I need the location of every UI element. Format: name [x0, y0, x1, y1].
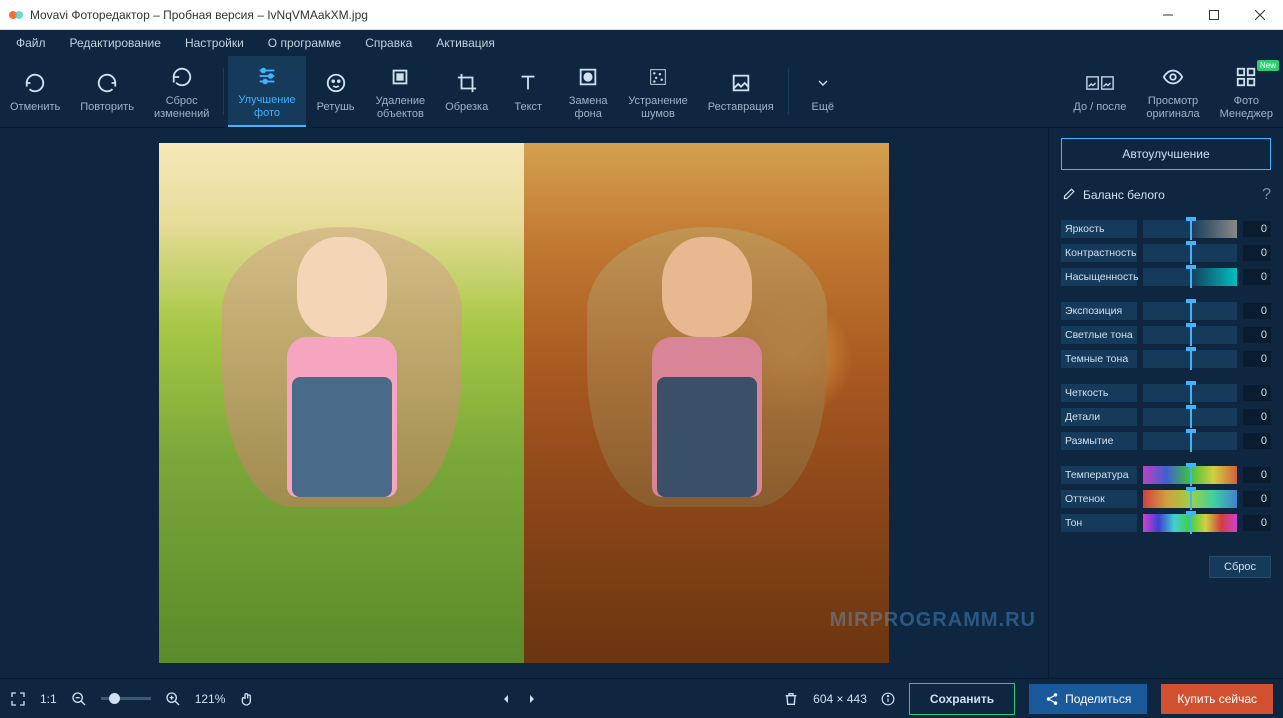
brightness-slider[interactable]: Яркость0 — [1061, 220, 1271, 238]
more-button[interactable]: Ещё — [793, 56, 853, 127]
delete-button[interactable] — [783, 691, 799, 707]
fullscreen-button[interactable] — [10, 691, 26, 707]
minimize-button[interactable] — [1145, 0, 1191, 30]
zoom-slider[interactable] — [101, 697, 151, 700]
maximize-button[interactable] — [1191, 0, 1237, 30]
save-button[interactable]: Сохранить — [909, 683, 1015, 715]
help-icon[interactable]: ? — [1262, 186, 1271, 204]
toolbar: Отменить Повторить Сброс изменений Улучш… — [0, 56, 1283, 128]
shadows-slider[interactable]: Темные тона0 — [1061, 350, 1271, 368]
next-image-button[interactable] — [526, 693, 538, 705]
temperature-slider[interactable]: Температура0 — [1061, 466, 1271, 484]
bottombar: 1:1 121% 604 × 443 Сохранить Поделиться … — [0, 678, 1283, 718]
buy-button[interactable]: Купить сейчас — [1161, 684, 1273, 714]
text-icon — [514, 69, 542, 97]
adjustments-sidebar: Автоулучшение Баланс белого ? Яркость0 К… — [1048, 128, 1283, 678]
redo-icon — [93, 69, 121, 97]
saturation-slider[interactable]: Насыщенность0 — [1061, 268, 1271, 286]
hue-slider[interactable]: Тон0 — [1061, 514, 1271, 532]
reset-sliders-button[interactable]: Сброс — [1209, 556, 1271, 578]
close-button[interactable] — [1237, 0, 1283, 30]
sliders-icon — [253, 62, 281, 90]
highlights-slider[interactable]: Светлые тона0 — [1061, 326, 1271, 344]
menu-about[interactable]: О программе — [256, 32, 353, 54]
tint-slider[interactable]: Оттенок0 — [1061, 490, 1271, 508]
denoise-button[interactable]: Устранение шумов — [618, 56, 698, 127]
titlebar: Movavi Фоторедактор – Пробная версия – I… — [0, 0, 1283, 30]
white-balance-label: Баланс белого — [1083, 188, 1254, 202]
object-removal-button[interactable]: Удаление объектов — [366, 56, 436, 127]
eraser-icon — [386, 63, 414, 91]
separator — [223, 68, 224, 115]
text-button[interactable]: Текст — [498, 56, 558, 127]
retouch-button[interactable]: Ретушь — [306, 56, 366, 127]
dimensions-label: 604 × 443 — [813, 692, 867, 706]
undo-button[interactable]: Отменить — [0, 56, 70, 127]
exposure-slider[interactable]: Экспозиция0 — [1061, 302, 1271, 320]
canvas[interactable]: MIRPROGRAMM.RU — [0, 128, 1048, 678]
chevron-down-icon — [809, 69, 837, 97]
face-icon — [322, 69, 350, 97]
background-removal-button[interactable]: Замена фона — [558, 56, 618, 127]
info-button[interactable] — [881, 692, 895, 706]
auto-enhance-button[interactable]: Автоулучшение — [1061, 138, 1271, 170]
new-badge: New — [1257, 60, 1279, 71]
menu-edit[interactable]: Редактирование — [58, 32, 173, 54]
photo-manager-button[interactable]: New Фото Менеджер — [1210, 56, 1283, 127]
image-before — [159, 143, 524, 663]
crop-button[interactable]: Обрезка — [435, 56, 498, 127]
image-comparison — [159, 143, 889, 663]
enhance-button[interactable]: Улучшение фото — [228, 56, 305, 127]
zoom-percentage: 121% — [195, 692, 226, 706]
zoom-in-button[interactable] — [165, 691, 181, 707]
hand-tool-button[interactable] — [239, 691, 255, 707]
reset-changes-button[interactable]: Сброс изменений — [144, 56, 219, 127]
background-icon — [574, 63, 602, 91]
window-title: Movavi Фоторедактор – Пробная версия – I… — [30, 8, 1145, 22]
details-slider[interactable]: Детали0 — [1061, 408, 1271, 426]
noise-icon — [644, 63, 672, 91]
separator — [788, 68, 789, 115]
undo-icon — [21, 69, 49, 97]
menu-settings[interactable]: Настройки — [173, 32, 256, 54]
compare-icon — [1086, 69, 1114, 97]
blur-slider[interactable]: Размытие0 — [1061, 432, 1271, 450]
crop-icon — [453, 69, 481, 97]
image-after — [524, 143, 889, 663]
view-original-button[interactable]: Просмотр оригинала — [1136, 56, 1209, 127]
sharpness-slider[interactable]: Четкость0 — [1061, 384, 1271, 402]
prev-image-button[interactable] — [500, 693, 512, 705]
restore-button[interactable]: Реставрация — [698, 56, 784, 127]
actual-size-button[interactable]: 1:1 — [40, 692, 57, 706]
app-logo-icon — [8, 7, 24, 23]
reset-icon — [168, 63, 196, 91]
eye-icon — [1159, 63, 1187, 91]
contrast-slider[interactable]: Контрастность0 — [1061, 244, 1271, 262]
share-button[interactable]: Поделиться — [1029, 684, 1147, 714]
eyedropper-icon[interactable] — [1061, 188, 1075, 202]
zoom-out-button[interactable] — [71, 691, 87, 707]
restore-icon — [727, 69, 755, 97]
redo-button[interactable]: Повторить — [70, 56, 144, 127]
menu-file[interactable]: Файл — [4, 32, 58, 54]
menubar: Файл Редактирование Настройки О программ… — [0, 30, 1283, 56]
share-icon — [1045, 692, 1059, 706]
menu-activation[interactable]: Активация — [424, 32, 507, 54]
before-after-button[interactable]: До / после — [1063, 56, 1136, 127]
menu-help[interactable]: Справка — [353, 32, 424, 54]
